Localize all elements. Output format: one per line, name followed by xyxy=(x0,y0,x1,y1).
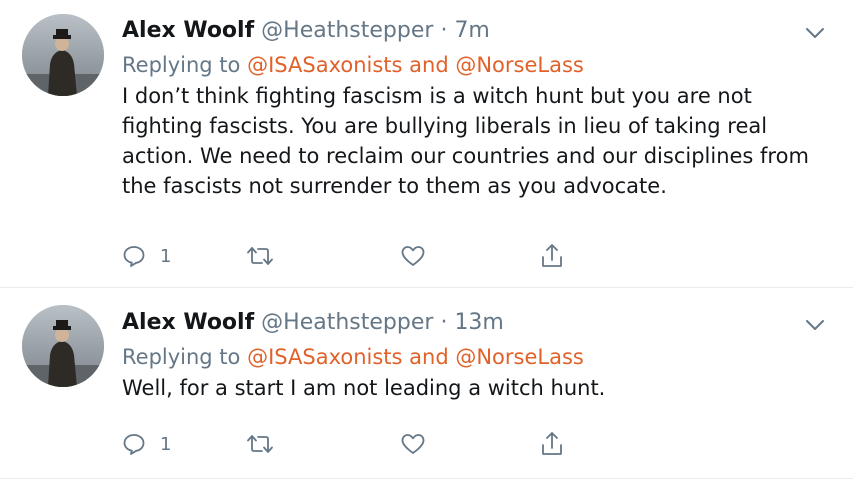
replying-to-mentions[interactable]: @ISASaxonists and @NorseLass xyxy=(247,345,584,369)
like-button[interactable] xyxy=(400,241,426,271)
reply-count: 1 xyxy=(160,245,172,267)
chevron-down-icon[interactable] xyxy=(805,318,825,332)
retweet-icon xyxy=(247,247,273,265)
heart-icon xyxy=(401,434,425,454)
reply-button[interactable]: 1 xyxy=(122,429,171,459)
retweet-button[interactable] xyxy=(246,241,274,271)
retweet-icon xyxy=(247,435,273,453)
avatar[interactable] xyxy=(22,14,104,96)
tweet-text: I don’t think fighting fascism is a witc… xyxy=(122,84,816,198)
heart-icon xyxy=(401,246,425,266)
replying-to: Replying to @ISASaxonists and @NorseLass xyxy=(122,50,813,80)
share-button[interactable] xyxy=(540,241,564,271)
timestamp[interactable]: 13m xyxy=(454,310,503,335)
chevron-down-icon[interactable] xyxy=(805,26,825,40)
retweet-button[interactable] xyxy=(246,429,274,459)
author-name[interactable]: Alex Woolf xyxy=(122,18,254,43)
reply-icon xyxy=(123,434,145,455)
replying-to: Replying to @ISASaxonists and @NorseLass xyxy=(122,342,813,372)
timestamp[interactable]: 7m xyxy=(454,18,489,43)
author-handle[interactable]: @Heathstepper xyxy=(261,18,433,43)
tweet-content: Alex Woolf @Heathstepper · 13m Replying … xyxy=(122,308,813,403)
author-handle[interactable]: @Heathstepper xyxy=(261,310,433,335)
reply-button[interactable]: 1 xyxy=(122,241,171,271)
separator-dot: · xyxy=(440,18,448,43)
replying-to-label: Replying to xyxy=(122,53,241,77)
separator-dot: · xyxy=(440,310,448,335)
tweet-actions: 1 xyxy=(122,241,582,271)
avatar[interactable] xyxy=(22,305,104,387)
tweet-actions: 1 xyxy=(122,429,582,459)
tweet-content: Alex Woolf @Heathstepper · 7m Replying t… xyxy=(122,16,813,201)
reply-icon xyxy=(123,246,145,267)
replying-to-label: Replying to xyxy=(122,345,241,369)
share-button[interactable] xyxy=(540,429,564,459)
share-icon xyxy=(542,432,562,455)
tweet[interactable]: Alex Woolf @Heathstepper · 13m Replying … xyxy=(0,288,853,479)
like-button[interactable] xyxy=(400,429,426,459)
tweet-header: Alex Woolf @Heathstepper · 7m xyxy=(122,16,813,46)
tweet-text: Well, for a start I am not leading a wit… xyxy=(122,376,606,400)
tweet-header: Alex Woolf @Heathstepper · 13m xyxy=(122,308,813,338)
author-name[interactable]: Alex Woolf xyxy=(122,310,254,335)
replying-to-mentions[interactable]: @ISASaxonists and @NorseLass xyxy=(247,53,584,77)
tweet[interactable]: Alex Woolf @Heathstepper · 7m Replying t… xyxy=(0,0,853,288)
share-icon xyxy=(542,244,562,267)
reply-count: 1 xyxy=(160,433,172,455)
tweet-thread: Alex Woolf @Heathstepper · 7m Replying t… xyxy=(0,0,853,484)
